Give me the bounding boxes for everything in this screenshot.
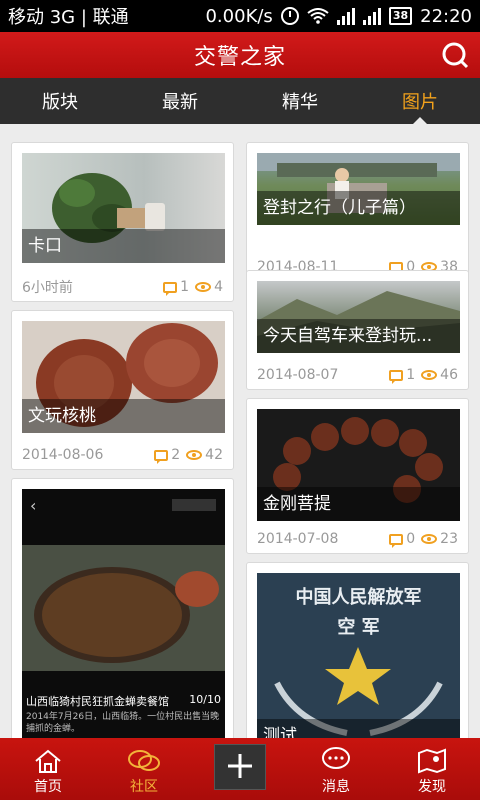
card-date: 2014-07-08 bbox=[257, 531, 339, 547]
card-caption: 登封之行（儿子篇） bbox=[257, 191, 460, 225]
overlay-title: 山西临猗村民狂抓金蝉卖餐馆 bbox=[26, 695, 169, 708]
card-caption: 卡口 bbox=[22, 229, 225, 263]
picture-card[interactable]: ‹ 山西临猗村民狂抓金蝉卖餐馆 10/10 2014年7月26日，山西临猗。一位… bbox=[11, 478, 234, 738]
card-image: 今天自驾车来登封玩... bbox=[257, 281, 460, 353]
overlay-title-row: 山西临猗村民狂抓金蝉卖餐馆 10/10 bbox=[26, 693, 221, 709]
overlay-counter: 10/10 bbox=[189, 693, 221, 706]
card-image: 金刚菩提 bbox=[257, 409, 460, 521]
plus-icon bbox=[228, 754, 252, 778]
app-header: 交警之家 bbox=[0, 32, 480, 78]
picture-grid: 卡口 6小时前 1 4 登封之行（儿子篇） 2014-08-11 0 38 文玩… bbox=[0, 124, 480, 738]
svg-text:‹: ‹ bbox=[30, 496, 36, 515]
picture-card[interactable]: 金刚菩提 2014-07-08 0 23 bbox=[246, 398, 469, 554]
picture-card[interactable]: 中国人民解放军 空 军 测试 bbox=[246, 562, 469, 738]
card-image: 中国人民解放军 空 军 测试 bbox=[257, 573, 460, 738]
view-count: 42 bbox=[205, 447, 223, 463]
view-icon bbox=[195, 282, 212, 292]
comment-count: 0 bbox=[406, 531, 416, 547]
tab-featured[interactable]: 精华 bbox=[240, 78, 360, 124]
home-icon bbox=[35, 749, 61, 773]
overlay-subtitle: 2014年7月26日，山西临猗。一位村民出售当晚捕抓的金蝉。 bbox=[26, 712, 220, 734]
comment-count: 1 bbox=[180, 279, 190, 295]
status-bar: 移动 3G | 联通 0.00K/s 38 22:20 bbox=[0, 0, 480, 32]
card-caption: 今天自驾车来登封玩... bbox=[257, 319, 460, 353]
view-icon bbox=[421, 534, 438, 544]
nav-home[interactable]: 首页 bbox=[0, 738, 96, 800]
view-count: 23 bbox=[440, 531, 458, 547]
message-icon bbox=[322, 747, 350, 769]
comment-icon bbox=[154, 449, 169, 464]
badge-text: 中国人民解放军 bbox=[295, 587, 422, 608]
card-image: 文玩核桃 bbox=[22, 321, 225, 433]
nav-home-label: 首页 bbox=[34, 779, 62, 795]
comment-icon bbox=[163, 281, 178, 296]
card-image: 卡口 bbox=[22, 153, 225, 263]
nav-discover[interactable]: 发现 bbox=[384, 738, 480, 800]
wifi-icon bbox=[307, 8, 329, 24]
bottom-nav: 首页 社区 消息 发现 bbox=[0, 738, 480, 800]
comment-icon bbox=[389, 369, 404, 384]
page-title: 交警之家 bbox=[193, 45, 286, 70]
nav-community[interactable]: 社区 bbox=[96, 738, 192, 800]
network-speed: 0.00K/s bbox=[205, 5, 273, 27]
tab-bar: 版块 最新 精华 图片 bbox=[0, 78, 480, 125]
nav-discover-label: 发现 bbox=[418, 779, 446, 795]
card-date: 2014-08-07 bbox=[257, 367, 339, 383]
card-meta: 6小时前 1 4 bbox=[22, 273, 223, 301]
comment-count: 1 bbox=[406, 367, 416, 383]
view-icon bbox=[421, 370, 438, 380]
signal-icon-2 bbox=[362, 7, 381, 25]
tab-sections[interactable]: 版块 bbox=[0, 78, 120, 124]
badge-subtext: 空 军 bbox=[337, 617, 380, 638]
view-count: 4 bbox=[214, 279, 223, 295]
picture-card[interactable]: 卡口 6小时前 1 4 bbox=[11, 142, 234, 302]
comment-count: 2 bbox=[171, 447, 181, 463]
card-meta: 2014-07-08 0 23 bbox=[257, 525, 458, 553]
view-icon bbox=[186, 450, 203, 460]
nav-messages[interactable]: 消息 bbox=[288, 738, 384, 800]
card-caption: 测试 bbox=[257, 719, 460, 738]
signal-icon bbox=[336, 7, 355, 25]
clock: 22:20 bbox=[420, 5, 472, 27]
card-caption: 文玩核桃 bbox=[22, 399, 225, 433]
search-icon[interactable] bbox=[440, 40, 470, 70]
view-count: 46 bbox=[440, 367, 458, 383]
comment-icon bbox=[389, 533, 404, 548]
card-meta: 2014-08-06 2 42 bbox=[22, 441, 223, 469]
card-date: 6小时前 bbox=[22, 280, 73, 296]
alarm-icon bbox=[280, 7, 299, 25]
chat-bubbles-icon bbox=[128, 750, 160, 771]
carrier-text: 移动 3G | 联通 bbox=[8, 7, 129, 28]
add-post-button[interactable] bbox=[214, 744, 266, 790]
card-date: 2014-08-06 bbox=[22, 447, 104, 463]
card-caption: 金刚菩提 bbox=[257, 487, 460, 521]
map-icon bbox=[418, 748, 446, 774]
tab-latest[interactable]: 最新 bbox=[120, 78, 240, 124]
picture-card[interactable]: 今天自驾车来登封玩... 2014-08-07 1 46 bbox=[246, 270, 469, 390]
nav-post[interactable] bbox=[192, 738, 288, 800]
card-meta: 2014-08-07 1 46 bbox=[257, 361, 458, 389]
battery-icon: 38 bbox=[388, 7, 413, 25]
picture-card[interactable]: 登封之行（儿子篇） 2014-08-11 0 38 bbox=[246, 142, 469, 282]
picture-card[interactable]: 文玩核桃 2014-08-06 2 42 bbox=[11, 310, 234, 470]
nav-community-label: 社区 bbox=[130, 779, 158, 795]
card-image: 登封之行（儿子篇） bbox=[257, 153, 460, 225]
tab-pictures[interactable]: 图片 bbox=[360, 78, 480, 125]
card-image: ‹ 山西临猗村民狂抓金蝉卖餐馆 10/10 2014年7月26日，山西临猗。一位… bbox=[22, 489, 225, 738]
nav-messages-label: 消息 bbox=[322, 779, 350, 795]
